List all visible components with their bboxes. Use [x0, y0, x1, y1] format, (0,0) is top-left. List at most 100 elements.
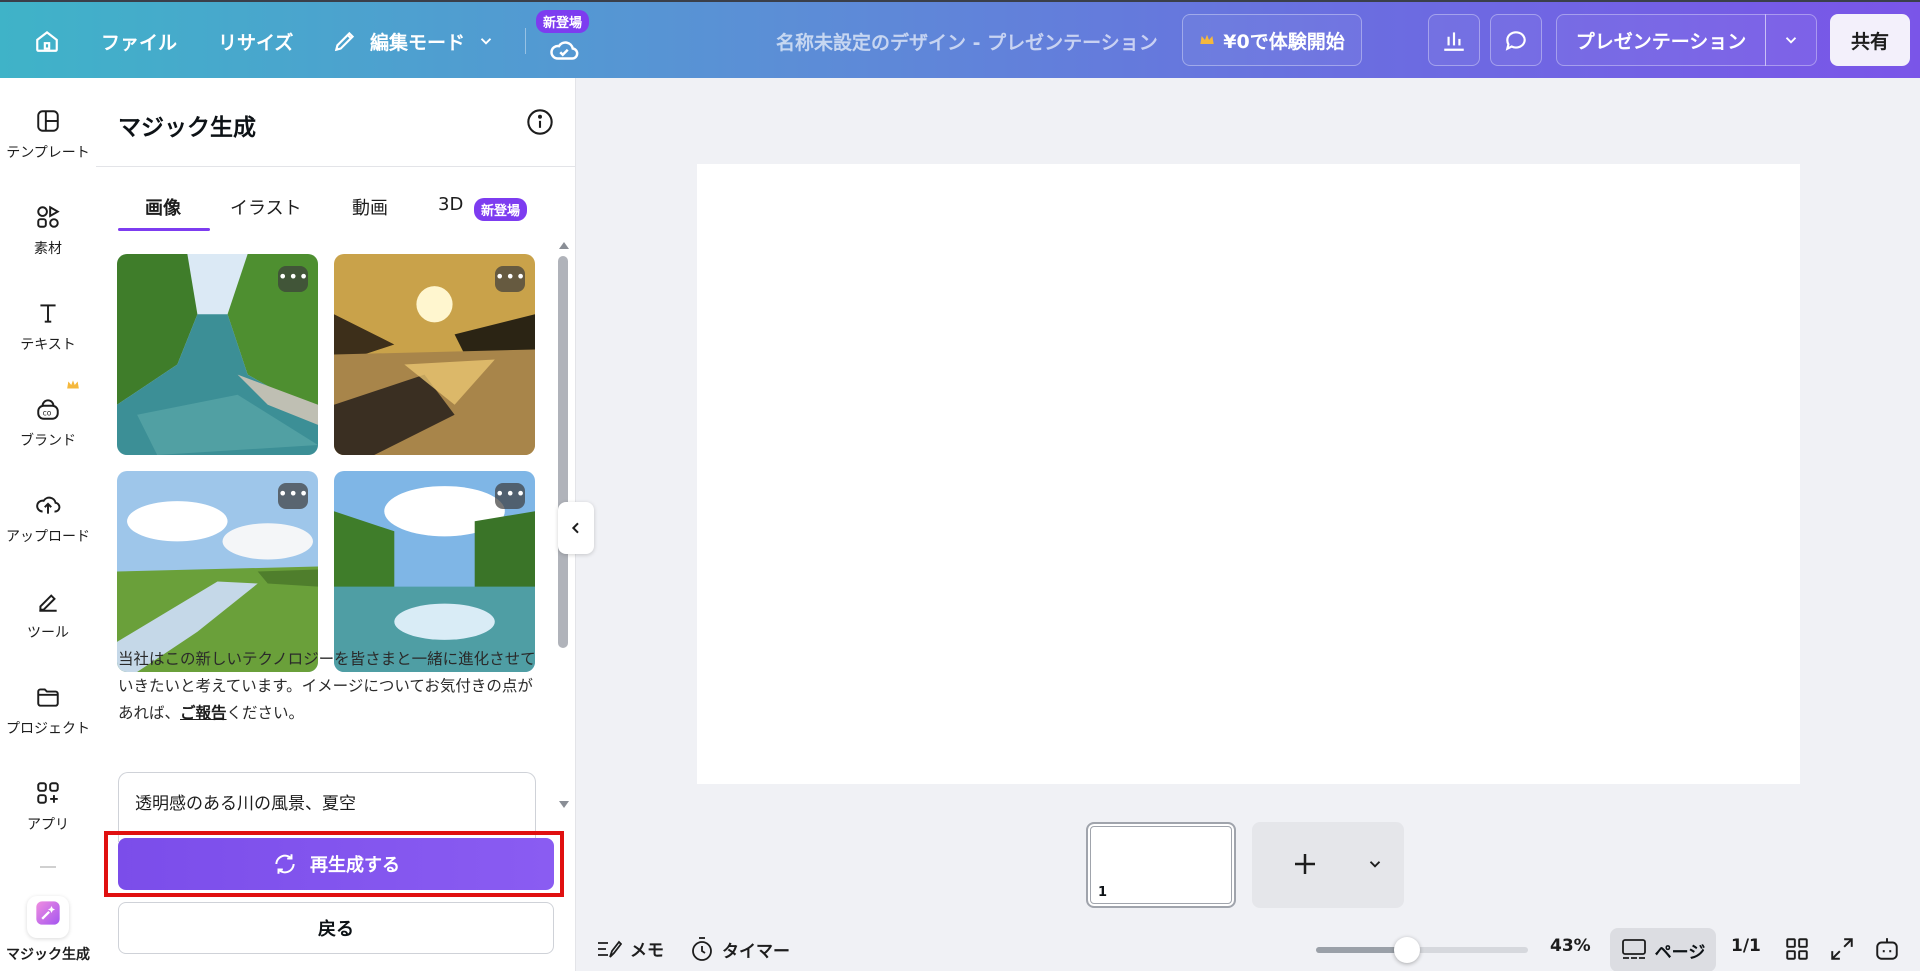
rail-item-magic[interactable]: マジック生成: [0, 896, 96, 964]
chevron-down-icon: [1369, 861, 1381, 868]
document-title[interactable]: 名称未設定のデザイン - プレゼンテーション: [776, 2, 1158, 80]
scroll-thumb[interactable]: [558, 256, 568, 648]
more-options-button[interactable]: •••: [278, 483, 308, 509]
plus-icon: [1295, 854, 1315, 874]
info-icon: [527, 109, 553, 135]
page-view-label: ページ: [1654, 942, 1706, 963]
chevron-left-icon: [571, 522, 579, 534]
magic-icon: [36, 901, 60, 925]
assistant-button[interactable]: [1874, 936, 1900, 966]
info-button[interactable]: [526, 108, 554, 140]
page-number: 1: [1098, 885, 1108, 900]
generated-image-4[interactable]: •••: [334, 471, 535, 672]
generated-image-1[interactable]: •••: [117, 254, 318, 455]
pencil-icon: [334, 31, 355, 52]
cloud-check-icon: [550, 41, 579, 60]
rail-item-templates[interactable]: テンプレート: [0, 108, 96, 162]
tools-icon: [39, 594, 57, 612]
tab-video[interactable]: 動画: [352, 194, 388, 220]
comment-button[interactable]: [1490, 14, 1542, 66]
share-button[interactable]: 共有: [1830, 14, 1910, 66]
rail-item-text[interactable]: テキスト: [0, 300, 96, 354]
more-options-button[interactable]: •••: [278, 266, 308, 292]
notes-button[interactable]: メモ: [596, 936, 664, 961]
edit-mode-menu[interactable]: 編集モード: [332, 2, 495, 80]
design-canvas[interactable]: [697, 164, 1800, 784]
rail-label: プロジェクト: [6, 721, 90, 737]
regenerate-label: 再生成する: [310, 855, 400, 876]
toolbar-divider: [525, 28, 526, 54]
rail-item-uploads[interactable]: アップロード: [0, 492, 96, 546]
more-options-button[interactable]: •••: [495, 483, 525, 509]
page-view-button[interactable]: ページ: [1610, 928, 1716, 971]
collapse-panel-button[interactable]: [558, 502, 594, 554]
present-options-button[interactable]: [1765, 14, 1817, 66]
grid-view-button[interactable]: [1784, 936, 1810, 966]
rail-item-tools[interactable]: ツール: [0, 588, 96, 642]
generated-image-3[interactable]: •••: [117, 471, 318, 672]
feedback-note: 当社はこの新しいテクノロジーを皆さまと一緒に進化させていきたいと考えています。イ…: [118, 646, 548, 727]
add-page-options-button[interactable]: [1366, 855, 1384, 877]
insights-button[interactable]: [1428, 14, 1480, 66]
add-page-group: [1252, 822, 1404, 908]
rail-label: マジック生成: [6, 947, 90, 963]
add-page-button[interactable]: [1290, 849, 1320, 883]
rail-divider: [40, 866, 56, 868]
feedback-text-2: ください。: [226, 704, 305, 722]
magic-icon-tile: [27, 896, 69, 938]
tab-image[interactable]: 画像: [145, 194, 181, 220]
crown-icon: [1200, 34, 1214, 44]
rail-label: アップロード: [6, 529, 90, 545]
rail-item-brand[interactable]: co ブランド: [0, 396, 96, 450]
zoom-slider-handle[interactable]: [1394, 937, 1421, 963]
regenerate-button[interactable]: 再生成する: [118, 838, 554, 890]
tab-3d[interactable]: 3D: [438, 194, 463, 215]
elements-icon: [37, 205, 60, 228]
zoom-level[interactable]: 43%: [1550, 936, 1591, 956]
rail-item-elements[interactable]: 素材: [0, 204, 96, 258]
generated-image-2[interactable]: •••: [334, 254, 535, 455]
resize-menu[interactable]: リサイズ: [218, 2, 293, 80]
chevron-down-icon: [480, 38, 492, 45]
comment-icon: [1505, 31, 1526, 51]
refresh-icon: [275, 854, 295, 874]
crown-icon: [66, 376, 80, 395]
rail-label: ツール: [27, 625, 69, 641]
back-button[interactable]: 戻る: [118, 902, 554, 954]
rail-item-projects[interactable]: プロジェクト: [0, 684, 96, 738]
home-button[interactable]: [34, 2, 60, 80]
robot-icon: [1876, 938, 1898, 960]
magic-panel: マジック生成 画像 イラスト 動画 3D 新登場 ••• ••• ••• •••…: [96, 78, 576, 971]
scroll-down-icon[interactable]: [558, 800, 570, 810]
rail-label: アプリ: [27, 817, 69, 833]
report-link[interactable]: ご報告: [180, 704, 227, 722]
page-thumbnail[interactable]: 1: [1086, 822, 1236, 908]
grid-icon: [1786, 938, 1808, 960]
new-badge: 新登場: [474, 198, 528, 221]
home-icon: [36, 30, 58, 52]
scroll-up-icon[interactable]: [558, 240, 570, 250]
present-button[interactable]: プレゼンテーション: [1556, 14, 1766, 66]
tab-illustration[interactable]: イラスト: [230, 194, 302, 220]
timer-label: タイマー: [722, 941, 790, 962]
svg-text:co: co: [43, 409, 52, 418]
projects-icon: [37, 688, 59, 707]
timer-button[interactable]: タイマー: [690, 936, 790, 962]
panel-title: マジック生成: [118, 115, 256, 141]
more-options-button[interactable]: •••: [495, 266, 525, 292]
file-menu[interactable]: ファイル: [101, 2, 177, 80]
notes-label: メモ: [630, 941, 664, 961]
rail-label: テキスト: [20, 337, 76, 353]
trial-button[interactable]: ¥0で体験開始: [1182, 14, 1362, 66]
trial-label: ¥0で体験開始: [1223, 30, 1345, 53]
fullscreen-button[interactable]: [1829, 936, 1855, 966]
rail-item-apps[interactable]: アプリ: [0, 780, 96, 834]
edit-mode-label: 編集モード: [370, 31, 466, 54]
page-layout-icon: [1621, 939, 1646, 959]
brand-icon: co: [37, 399, 59, 420]
text-icon: [40, 304, 56, 323]
rail-label: ブランド: [20, 433, 76, 449]
rail-label: テンプレート: [6, 145, 90, 161]
chevron-down-icon: [1785, 37, 1797, 44]
apps-icon: [37, 782, 59, 804]
